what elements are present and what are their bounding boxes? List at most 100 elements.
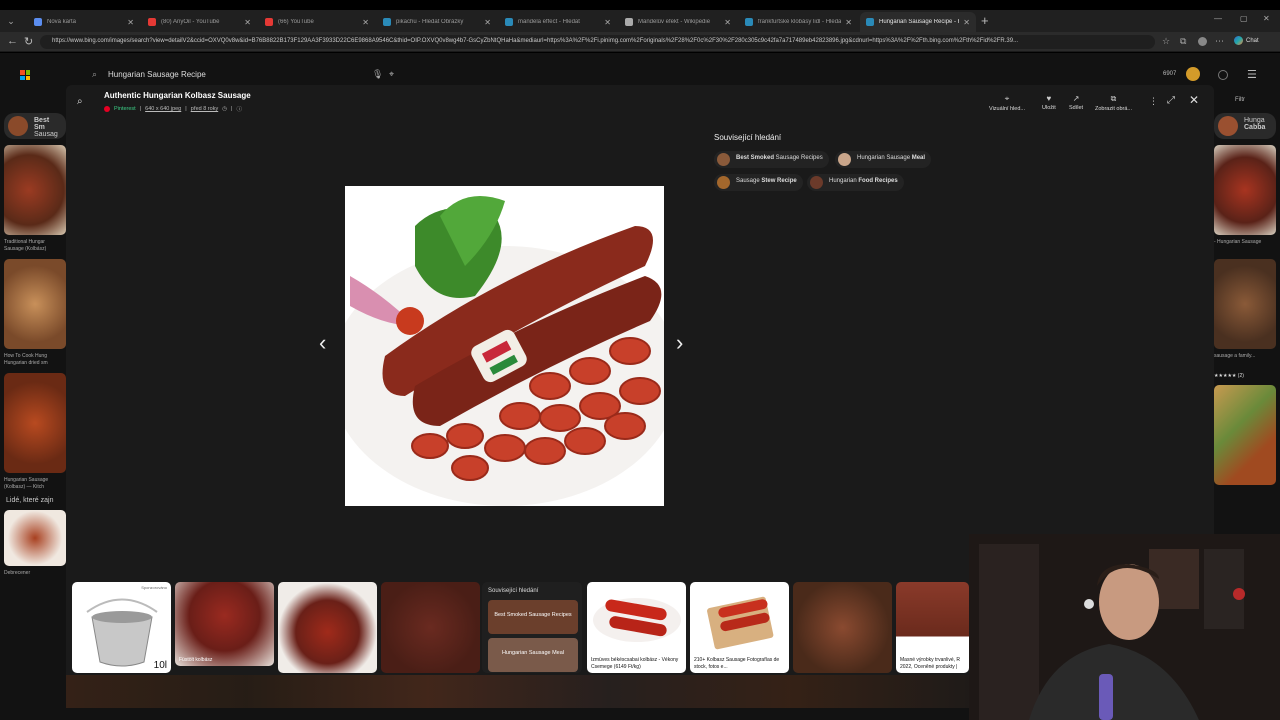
tab-close-icon[interactable]: ✕ [963, 18, 970, 27]
tab-title: Hungarian Sausage Recipe - Hledat [879, 19, 959, 25]
filmstrip-item[interactable]: Masné výrobky trvanlivé, R 2022, Oceněné… [896, 582, 969, 673]
image-metadata: Pinterest | 640 x 640 jpeg | před 8 roky… [104, 105, 242, 113]
filter-button[interactable]: Filtr [1235, 97, 1245, 103]
browser-tab[interactable]: frankfurtské klobásy lidl - Hledat ✕ [739, 12, 858, 32]
search-favicon-icon [745, 18, 753, 26]
tab-list-dropdown-icon[interactable]: ⌄ [4, 14, 18, 28]
visual-search-icon[interactable]: ⌖ [389, 69, 394, 80]
result-image[interactable] [1214, 259, 1276, 349]
minimize-icon[interactable]: — [1214, 14, 1222, 23]
more-results-strip [66, 675, 970, 708]
open-image-icon: ⧉ [1110, 94, 1117, 103]
image-age[interactable]: před 8 roky [191, 106, 219, 112]
tab-title: (80) AnyOil - YouTube [161, 19, 220, 25]
filmstrip-ad-item[interactable]: Sponzorováno 10l [72, 582, 171, 673]
share-action[interactable]: ↗ Sdílet [1069, 94, 1083, 111]
result-caption: How To Cook Hung Hungarian dried sm [4, 353, 48, 366]
related-search-chip[interactable]: Best Smoked Sausage Recipes [714, 151, 829, 168]
filmstrip-item[interactable]: Izmüves békéscsabai kolbász - Vékony Cse… [587, 582, 686, 673]
favorite-star-icon[interactable]: ☆ [1162, 36, 1170, 47]
extensions-icon[interactable]: ⧉ [1180, 36, 1186, 47]
expand-icon[interactable]: ⤢ [1167, 95, 1175, 106]
browser-tab[interactable]: (66) YouTube ✕ [259, 12, 375, 32]
browser-tab[interactable]: mandela effect - Hledat ✕ [499, 12, 617, 32]
visual-search-action[interactable]: ⌖ Vizuální hled... [989, 94, 1025, 112]
browser-tab-active[interactable]: Hungarian Sausage Recipe - Hledat ✕ [860, 12, 976, 32]
bing-search-box[interactable]: ⌕ Hungarian Sausage Recipe 🎙 ⌖ [82, 65, 410, 85]
next-image-icon[interactable]: › [676, 330, 683, 356]
filmstrip-item[interactable] [793, 582, 892, 673]
related-search-chip[interactable]: Hungarian Sausage Meal [835, 151, 932, 168]
maximize-icon[interactable]: ▢ [1240, 14, 1248, 23]
chip-bold-text: Meal [911, 155, 926, 161]
overlay-search-icon[interactable]: ⌕ [77, 96, 83, 107]
chip-text: Hungarian [829, 178, 859, 184]
tab-close-icon[interactable]: ✕ [724, 18, 731, 27]
right-results-column: Hunga Cabba - Hungarian Sausage sausage … [1214, 113, 1276, 489]
microsoft-logo-icon[interactable] [20, 70, 30, 80]
filmstrip-item[interactable]: Füstölt kolbász [175, 582, 274, 666]
hamburger-menu-icon[interactable]: ☰ [1247, 68, 1257, 81]
more-options-icon[interactable]: ⋮ [1149, 96, 1158, 107]
image-size[interactable]: 640 x 640 jpeg [145, 106, 181, 112]
close-window-icon[interactable]: ✕ [1263, 14, 1270, 23]
result-caption: Hungarian Sausage (Kolbasz) — Kitch [4, 477, 49, 490]
filmstrip-related-item[interactable]: Best Smoked Sausage Recipes [488, 600, 578, 634]
more-menu-icon[interactable]: ⋯ [1215, 36, 1224, 47]
chip-bold-text: Food Recipes [858, 178, 898, 184]
image-source[interactable]: Pinterest [114, 106, 136, 112]
pill-thumbnail [8, 116, 28, 136]
microphone-icon[interactable]: 🎙 [372, 69, 383, 80]
image-title[interactable]: Authentic Hungarian Kolbasz Sausage [104, 91, 251, 100]
filmstrip-related-item[interactable]: Hungarian Sausage Meal [488, 638, 578, 672]
rating-stars: ★★★★★ (2) [1214, 373, 1244, 379]
close-overlay-icon[interactable]: ✕ [1189, 93, 1199, 107]
rewards-medal-icon[interactable] [1186, 67, 1200, 81]
tab-close-icon[interactable]: ✕ [604, 18, 611, 27]
tab-title: frankfurtské klobásy lidl - Hledat [758, 19, 842, 25]
result-caption: Traditional Hungar Sausage (Kolbász) [4, 239, 47, 252]
tab-close-icon[interactable]: ✕ [484, 18, 491, 27]
previous-image-icon[interactable]: ‹ [319, 330, 326, 356]
view-image-action[interactable]: ⧉ Zobrazit obrá... [1095, 94, 1132, 112]
filmstrip-related-searches: Související hledání Best Smoked Sausage … [482, 582, 582, 673]
chip-text: Sausage [736, 178, 762, 184]
search-icon: ⌕ [92, 69, 98, 79]
result-image[interactable] [1214, 145, 1276, 235]
result-image[interactable] [4, 373, 66, 473]
main-sausage-image[interactable] [345, 186, 664, 506]
tab-close-icon[interactable]: ✕ [845, 18, 852, 27]
copilot-chat-button[interactable]: Chat [1234, 36, 1259, 45]
related-pill[interactable]: Hunga Cabba [1214, 113, 1276, 139]
related-search-chip[interactable]: Sausage Stew Recipe [714, 174, 803, 191]
visual-search-icon: ⌖ [1004, 94, 1010, 103]
rewards-points[interactable]: 6907 [1163, 71, 1176, 77]
left-results-column: Best Sm Sausag Traditional Hungar Sausag… [4, 113, 66, 590]
filmstrip-item[interactable]: 210+ Kolbasz Sausage Fotografías de stoc… [690, 582, 789, 673]
browser-tab[interactable]: Mandelův efekt - Wikipedie ✕ [619, 12, 737, 32]
tab-close-icon[interactable]: ✕ [127, 18, 134, 27]
profile-avatar[interactable] [1198, 37, 1207, 46]
browser-tab[interactable]: pikachu - Hledat Obrázky ✕ [377, 12, 497, 32]
back-icon[interactable]: ← [7, 35, 18, 47]
filmstrip-item[interactable] [381, 582, 480, 673]
result-image[interactable] [4, 145, 66, 235]
browser-tab[interactable]: (80) AnyOil - YouTube ✕ [142, 12, 257, 32]
related-pill[interactable]: Best Sm Sausag [4, 113, 66, 139]
chip-text: Sausage Recipes [774, 155, 823, 161]
save-action[interactable]: ♥ Uložit [1042, 94, 1056, 111]
result-image[interactable] [1214, 385, 1276, 485]
user-icon[interactable] [1218, 70, 1228, 80]
new-tab-button[interactable]: + [981, 13, 989, 28]
url-field[interactable]: https://www.bing.com/images/search?view=… [40, 35, 1155, 49]
result-image[interactable] [4, 510, 66, 566]
tab-close-icon[interactable]: ✕ [244, 18, 251, 27]
tab-close-icon[interactable]: ✕ [362, 18, 369, 27]
reload-icon[interactable]: ↻ [24, 35, 33, 48]
pill-thumbnail [1218, 116, 1238, 136]
info-icon[interactable]: ⓘ [236, 105, 242, 113]
related-search-chip[interactable]: Hungarian Food Recipes [807, 174, 904, 191]
browser-tab[interactable]: Nová karta ✕ [28, 12, 140, 32]
filmstrip-item-selected[interactable] [278, 582, 377, 673]
result-image[interactable] [4, 259, 66, 349]
